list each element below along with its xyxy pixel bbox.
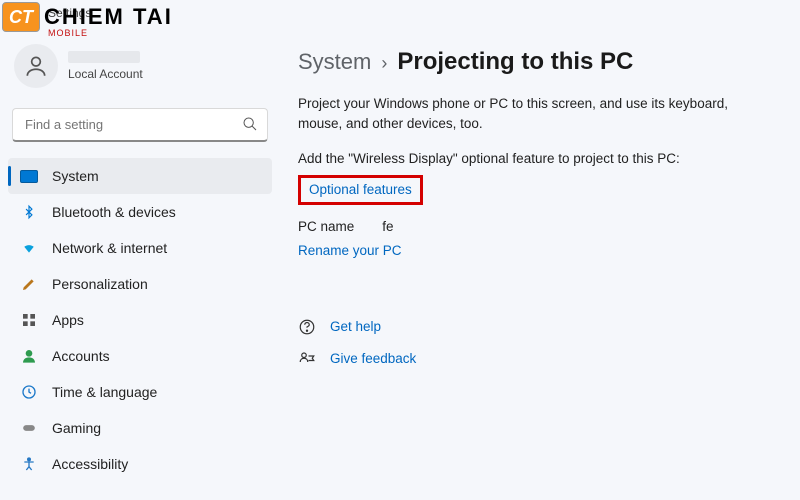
account-type: Local Account [68, 67, 143, 81]
sidebar-item-time[interactable]: Time & language [8, 374, 272, 410]
feedback-icon [298, 350, 316, 368]
pc-name-label: PC name [298, 219, 354, 234]
nav-label: Gaming [52, 420, 101, 436]
help-icon [298, 318, 316, 336]
nav-label: Personalization [52, 276, 148, 292]
give-feedback-row[interactable]: Give feedback [298, 350, 772, 368]
feature-instruction: Add the "Wireless Display" optional feat… [298, 149, 728, 169]
person-icon [20, 347, 38, 365]
sidebar-item-accounts[interactable]: Accounts [8, 338, 272, 374]
wifi-icon [20, 239, 38, 257]
gaming-icon [20, 419, 38, 437]
nav-label: System [52, 168, 99, 184]
watermark-badge: CT [2, 2, 40, 32]
page-title: Projecting to this PC [397, 48, 633, 76]
account-name-placeholder [68, 51, 140, 63]
accessibility-icon [20, 455, 38, 473]
chevron-right-icon: › [381, 53, 387, 74]
sidebar-item-bluetooth[interactable]: Bluetooth & devices [8, 194, 272, 230]
breadcrumb-parent[interactable]: System [298, 49, 371, 75]
nav-label: Accessibility [52, 456, 128, 472]
sidebar-item-system[interactable]: System [8, 158, 272, 194]
user-icon [23, 53, 49, 79]
pc-name-value: fe [382, 219, 393, 234]
apps-icon [20, 311, 38, 329]
nav-label: Network & internet [52, 240, 167, 256]
highlight-annotation: Optional features [298, 175, 423, 205]
account-block[interactable]: Local Account [8, 40, 272, 102]
bluetooth-icon [20, 203, 38, 221]
page-description: Project your Windows phone or PC to this… [298, 94, 728, 133]
sidebar-item-personalization[interactable]: Personalization [8, 266, 272, 302]
sidebar: Local Account System Bluetooth & devices… [0, 30, 280, 500]
optional-features-link[interactable]: Optional features [309, 182, 412, 197]
get-help-link[interactable]: Get help [330, 319, 381, 334]
clock-globe-icon [20, 383, 38, 401]
nav-label: Accounts [52, 348, 110, 364]
pc-name-row: PC name fe [298, 219, 772, 234]
paintbrush-icon [20, 275, 38, 293]
avatar [14, 44, 58, 88]
nav-label: Bluetooth & devices [52, 204, 176, 220]
sidebar-item-accessibility[interactable]: Accessibility [8, 446, 272, 482]
nav-label: Time & language [52, 384, 157, 400]
sidebar-item-network[interactable]: Network & internet [8, 230, 272, 266]
sidebar-item-apps[interactable]: Apps [8, 302, 272, 338]
nav-label: Apps [52, 312, 84, 328]
watermark-brand: CHIEM TAI [44, 4, 173, 30]
breadcrumb: System › Projecting to this PC [298, 48, 772, 76]
search-icon [242, 116, 258, 132]
nav-list: System Bluetooth & devices Network & int… [8, 158, 272, 482]
sidebar-item-gaming[interactable]: Gaming [8, 410, 272, 446]
watermark-overlay: CT CHIEM TAI MOBILE [2, 2, 173, 38]
rename-pc-link[interactable]: Rename your PC [298, 243, 402, 258]
system-icon [20, 167, 38, 185]
give-feedback-link[interactable]: Give feedback [330, 351, 416, 366]
main-content: System › Projecting to this PC Project y… [280, 30, 800, 500]
get-help-row[interactable]: Get help [298, 318, 772, 336]
search-input[interactable] [12, 108, 268, 142]
